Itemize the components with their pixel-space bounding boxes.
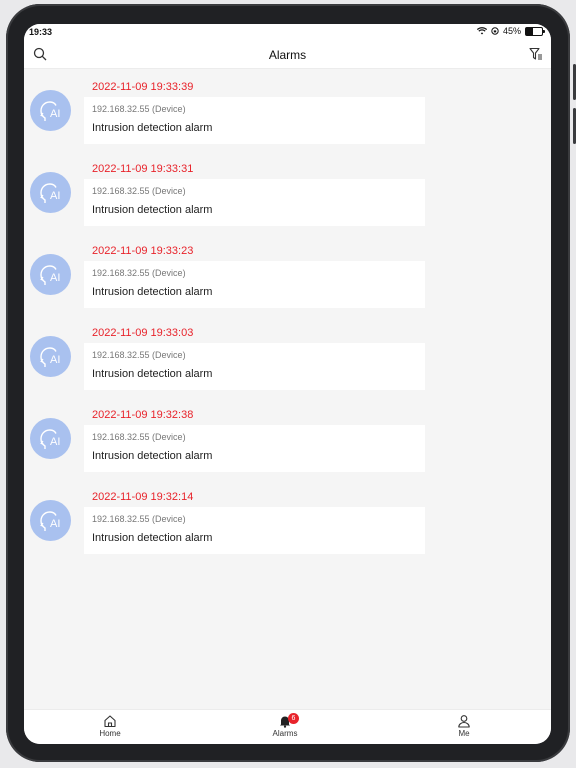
svg-text:AI: AI <box>50 190 60 202</box>
svg-text:AI: AI <box>50 272 60 284</box>
svg-text:AI: AI <box>50 108 60 120</box>
alarm-item[interactable]: AI 2022-11-09 19:33:39 192.168.32.55 (De… <box>24 69 551 151</box>
alarm-count-badge: 6 <box>288 713 299 724</box>
alarm-time: 2022-11-09 19:32:14 <box>92 491 194 503</box>
tab-alarms[interactable]: 6 Alarms <box>255 713 315 738</box>
alarm-card[interactable]: 192.168.32.55 (Device) Intrusion detecti… <box>84 97 425 144</box>
tab-me-label: Me <box>458 729 470 738</box>
ai-face-icon: AI <box>30 336 71 377</box>
page-title: Alarms <box>268 48 307 62</box>
alarm-card[interactable]: 192.168.32.55 (Device) Intrusion detecti… <box>84 507 425 554</box>
status-indicators: 45% <box>476 26 545 36</box>
tab-home[interactable]: Home <box>80 714 140 738</box>
person-icon <box>458 715 470 728</box>
alarm-description: Intrusion detection alarm <box>92 368 213 380</box>
app-screen: 19:33 45% Alarms AI 2022-11-09 19:33:39 … <box>24 24 551 744</box>
alarm-time: 2022-11-09 19:33:23 <box>92 245 194 257</box>
alarm-item[interactable]: AI 2022-11-09 19:33:31 192.168.32.55 (De… <box>24 151 551 233</box>
alarm-time: 2022-11-09 19:32:38 <box>92 409 194 421</box>
tab-home-label: Home <box>99 729 121 738</box>
alarm-card[interactable]: 192.168.32.55 (Device) Intrusion detecti… <box>84 261 425 308</box>
alarm-device: 192.168.32.55 (Device) <box>92 350 186 360</box>
alarm-time: 2022-11-09 19:33:39 <box>92 81 194 93</box>
tab-alarms-label: Alarms <box>272 729 298 738</box>
alarm-item[interactable]: AI 2022-11-09 19:32:14 192.168.32.55 (De… <box>24 479 551 561</box>
alarm-time: 2022-11-09 19:33:31 <box>92 163 194 175</box>
ai-face-icon: AI <box>30 418 71 459</box>
alarm-item[interactable]: AI 2022-11-09 19:33:23 192.168.32.55 (De… <box>24 233 551 315</box>
alarm-description: Intrusion detection alarm <box>92 122 213 134</box>
tab-me[interactable]: Me <box>434 714 494 738</box>
alarm-device: 192.168.32.55 (Device) <box>92 514 186 524</box>
tab-bar: Home 6 Alarms Me <box>24 709 551 744</box>
wifi-icon <box>476 27 487 35</box>
ai-face-icon: AI <box>30 90 71 131</box>
home-icon <box>104 715 116 728</box>
battery-percent: 45% <box>502 26 521 36</box>
ai-face-icon: AI <box>30 254 71 295</box>
alarm-list: AI 2022-11-09 19:33:39 192.168.32.55 (De… <box>24 69 551 561</box>
status-bar: 19:33 45% <box>24 24 551 40</box>
alarm-device: 192.168.32.55 (Device) <box>92 104 186 114</box>
alarm-description: Intrusion detection alarm <box>92 204 213 216</box>
alarm-description: Intrusion detection alarm <box>92 532 213 544</box>
alarm-description: Intrusion detection alarm <box>92 450 213 462</box>
alarm-device: 192.168.32.55 (Device) <box>92 432 186 442</box>
alarm-device: 192.168.32.55 (Device) <box>92 268 186 278</box>
navigation-bar: Alarms <box>24 40 551 69</box>
alarm-time: 2022-11-09 19:33:03 <box>92 327 194 339</box>
svg-text:AI: AI <box>50 354 60 366</box>
alarm-description: Intrusion detection alarm <box>92 286 213 298</box>
alarm-card[interactable]: 192.168.32.55 (Device) Intrusion detecti… <box>84 343 425 390</box>
filter-icon[interactable] <box>529 47 543 61</box>
alarm-item[interactable]: AI 2022-11-09 19:32:38 192.168.32.55 (De… <box>24 397 551 479</box>
svg-text:AI: AI <box>50 518 60 530</box>
status-time: 19:33 <box>29 27 53 37</box>
ai-face-icon: AI <box>30 172 71 213</box>
rotation-lock-icon <box>491 27 499 35</box>
alarm-device: 192.168.32.55 (Device) <box>92 186 186 196</box>
svg-text:AI: AI <box>50 436 60 448</box>
ai-face-icon: AI <box>30 500 71 541</box>
alarm-card[interactable]: 192.168.32.55 (Device) Intrusion detecti… <box>84 179 425 226</box>
alarm-card[interactable]: 192.168.32.55 (Device) Intrusion detecti… <box>84 425 425 472</box>
battery-icon <box>525 26 545 36</box>
alarm-item[interactable]: AI 2022-11-09 19:33:03 192.168.32.55 (De… <box>24 315 551 397</box>
